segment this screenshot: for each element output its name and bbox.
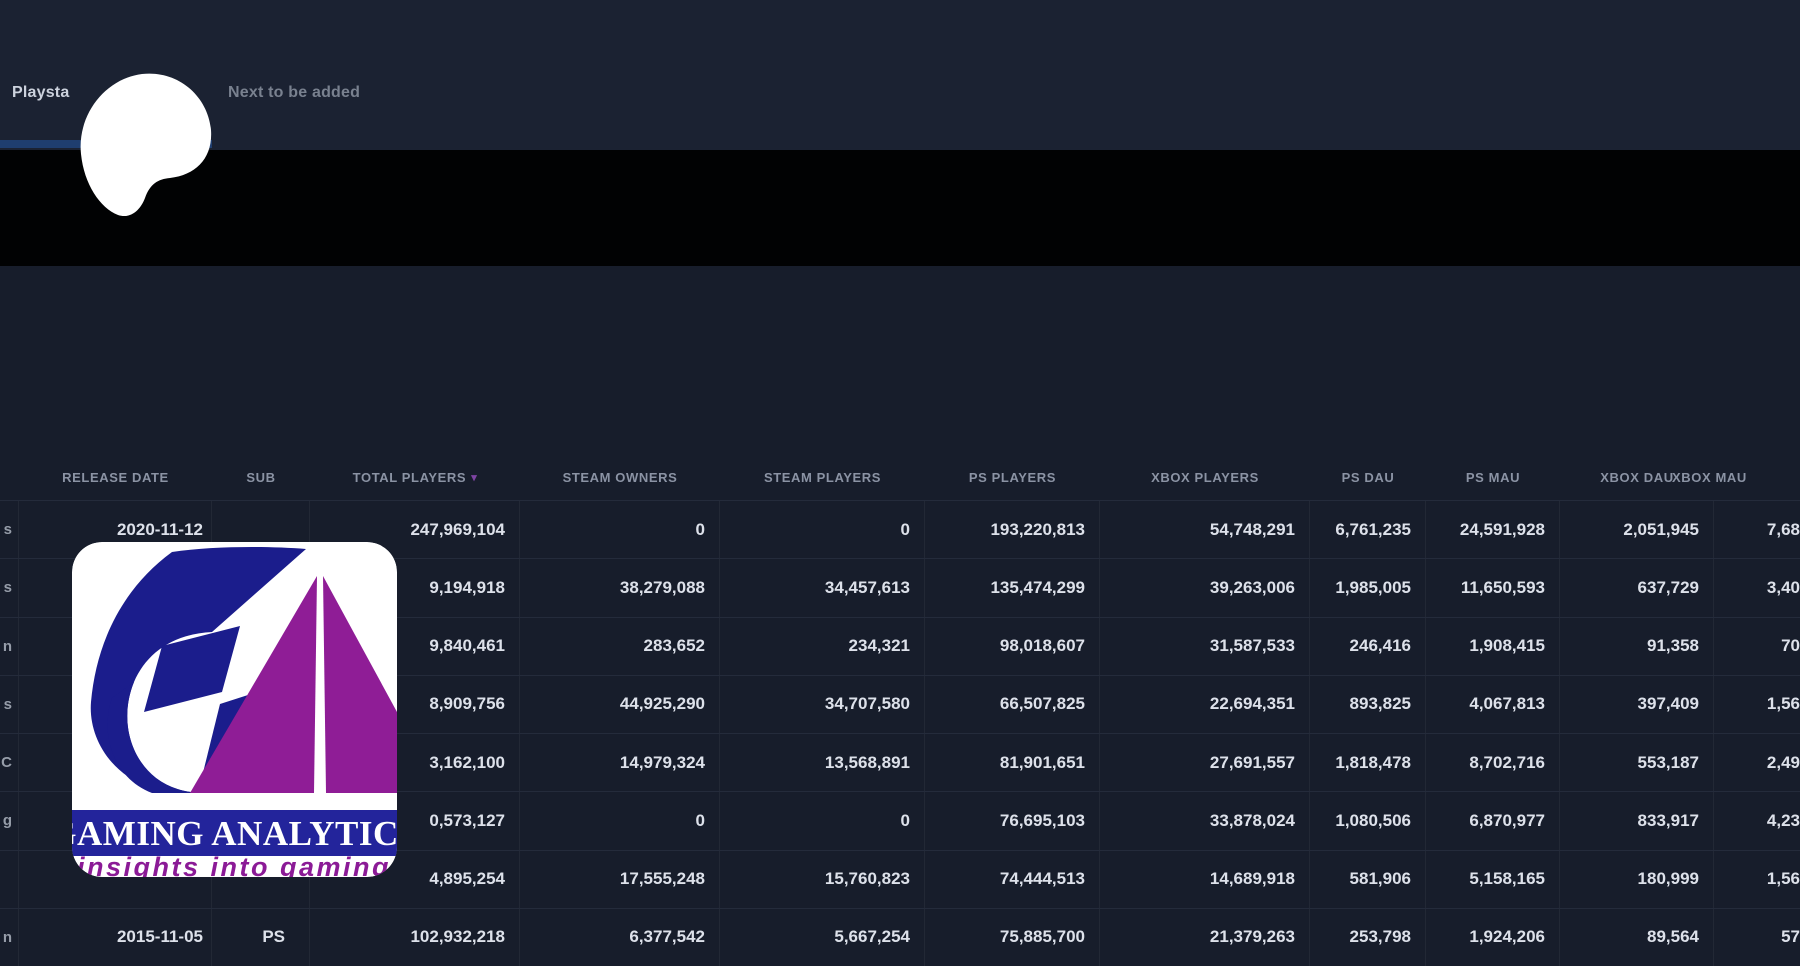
cell-ps-dau: 246,416	[1310, 618, 1426, 675]
cell-steam-owners: 14,979,324	[520, 734, 720, 791]
cell-xbox-players: 54,748,291	[1100, 501, 1310, 558]
cell-ps-mau: 4,067,813	[1426, 676, 1560, 733]
cell-ps-dau: 253,798	[1310, 909, 1426, 966]
cell-xbox-dau: 833,917	[1560, 792, 1714, 849]
cell-ps-mau: 1,908,415	[1426, 618, 1560, 675]
header-cell-release-date[interactable]: RELEASE DATE	[19, 470, 212, 485]
cell-release-date: 2015-11-05	[19, 909, 212, 966]
cell-xbox-players: 14,689,918	[1100, 851, 1310, 908]
cell-ps-mau: 6,870,977	[1426, 792, 1560, 849]
cell-ps-mau: 1,924,206	[1426, 909, 1560, 966]
cell-ps-players: 66,507,825	[925, 676, 1100, 733]
black-banner-strip	[0, 150, 1800, 266]
logo-title-text: GAMING ANALYTICS	[72, 814, 397, 853]
cell-ps-mau: 24,591,928	[1426, 501, 1560, 558]
cell-steam-players: 15,760,823	[720, 851, 925, 908]
cell-steam-players: 5,667,254	[720, 909, 925, 966]
cell-steam-owners: 0	[520, 792, 720, 849]
header-cell-ps-mau[interactable]: PS MAU	[1426, 470, 1560, 485]
cell-ps-players: 193,220,813	[925, 501, 1100, 558]
cell-ps-players: 98,018,607	[925, 618, 1100, 675]
cell-name: g	[0, 792, 19, 849]
sort-descending-icon: ▾	[471, 472, 477, 484]
cell-ps-dau: 1,985,005	[1310, 559, 1426, 616]
cell-steam-owners: 38,279,088	[520, 559, 720, 616]
cell-steam-players: 234,321	[720, 618, 925, 675]
cell-xbox-mau: 3,40	[1714, 559, 1800, 616]
cell-xbox-dau: 91,358	[1560, 618, 1714, 675]
cell-xbox-dau: 89,564	[1560, 909, 1714, 966]
cell-xbox-dau: 2,051,945	[1560, 501, 1714, 558]
cell-xbox-players: 21,379,263	[1100, 909, 1310, 966]
cell-name: n	[0, 618, 19, 675]
cell-steam-owners: 17,555,248	[520, 851, 720, 908]
patreon-logo-icon	[78, 72, 212, 217]
cell-xbox-players: 31,587,533	[1100, 618, 1310, 675]
cell-name: n	[0, 909, 19, 966]
cell-xbox-mau: 1,56	[1714, 851, 1800, 908]
top-tab-bar: Playsta Next to be added	[0, 0, 1800, 150]
cell-steam-players: 13,568,891	[720, 734, 925, 791]
header-cell-sub[interactable]: SUB	[212, 470, 310, 485]
header-cell-steam-owners[interactable]: STEAM OWNERS	[520, 470, 720, 485]
cell-ps-players: 135,474,299	[925, 559, 1100, 616]
cell-sub: PS	[212, 909, 310, 966]
cell-xbox-dau: 553,187	[1560, 734, 1714, 791]
cell-ps-dau: 581,906	[1310, 851, 1426, 908]
cell-ps-mau: 11,650,593	[1426, 559, 1560, 616]
logo-tagline-text: insights into gaming	[77, 852, 391, 877]
tab-next-to-be-added[interactable]: Next to be added	[228, 84, 360, 102]
table-header-row: RELEASE DATESUBTOTAL PLAYERS▾STEAM OWNER…	[0, 455, 1800, 500]
cell-ps-dau: 1,818,478	[1310, 734, 1426, 791]
cell-ps-dau: 6,761,235	[1310, 501, 1426, 558]
tab-playstation[interactable]: Playsta	[12, 84, 69, 102]
cell-xbox-players: 39,263,006	[1100, 559, 1310, 616]
cell-name: C	[0, 734, 19, 791]
cell-xbox-players: 22,694,351	[1100, 676, 1310, 733]
cell-name: s	[0, 676, 19, 733]
cell-xbox-mau: 57	[1714, 909, 1800, 966]
header-cell-steam-players[interactable]: STEAM PLAYERS	[720, 470, 925, 485]
cell-xbox-mau: 7,68	[1714, 501, 1800, 558]
cell-steam-players: 0	[720, 501, 925, 558]
cell-ps-players: 81,901,651	[925, 734, 1100, 791]
cell-steam-owners: 6,377,542	[520, 909, 720, 966]
cell-xbox-dau: 637,729	[1560, 559, 1714, 616]
cell-xbox-mau: 2,49	[1714, 734, 1800, 791]
header-cell-ps-dau[interactable]: PS DAU	[1310, 470, 1426, 485]
cell-steam-owners: 44,925,290	[520, 676, 720, 733]
cell-xbox-dau: 397,409	[1560, 676, 1714, 733]
cell-xbox-players: 27,691,557	[1100, 734, 1310, 791]
cell-xbox-players: 33,878,024	[1100, 792, 1310, 849]
header-cell-total-players[interactable]: TOTAL PLAYERS▾	[310, 470, 520, 485]
cell-ps-mau: 5,158,165	[1426, 851, 1560, 908]
cell-steam-owners: 0	[520, 501, 720, 558]
cell-total-players: 102,932,218	[310, 909, 520, 966]
table-row[interactable]: n2015-11-05PS102,932,2186,377,5425,667,2…	[0, 908, 1800, 966]
cell-xbox-mau: 70	[1714, 618, 1800, 675]
cell-ps-dau: 893,825	[1310, 676, 1426, 733]
cell-ps-players: 75,885,700	[925, 909, 1100, 966]
cell-ps-dau: 1,080,506	[1310, 792, 1426, 849]
cell-xbox-mau: 1,56	[1714, 676, 1800, 733]
header-cell-xbox-players[interactable]: XBOX PLAYERS	[1100, 470, 1310, 485]
cell-steam-players: 0	[720, 792, 925, 849]
header-cell-xbox-mau[interactable]: XBOX MAU	[1672, 470, 1800, 485]
cell-steam-players: 34,707,580	[720, 676, 925, 733]
cell-name: s	[0, 559, 19, 616]
gaming-analytics-logo: GAMING ANALYTICS insights into gaming	[72, 542, 397, 877]
cell-xbox-mau: 4,23	[1714, 792, 1800, 849]
cell-ps-players: 74,444,513	[925, 851, 1100, 908]
cell-ps-players: 76,695,103	[925, 792, 1100, 849]
cell-xbox-dau: 180,999	[1560, 851, 1714, 908]
cell-ps-mau: 8,702,716	[1426, 734, 1560, 791]
cell-name: s	[0, 501, 19, 558]
cell-steam-players: 34,457,613	[720, 559, 925, 616]
cell-name	[0, 851, 19, 908]
header-cell-ps-players[interactable]: PS PLAYERS	[925, 470, 1100, 485]
cell-steam-owners: 283,652	[520, 618, 720, 675]
